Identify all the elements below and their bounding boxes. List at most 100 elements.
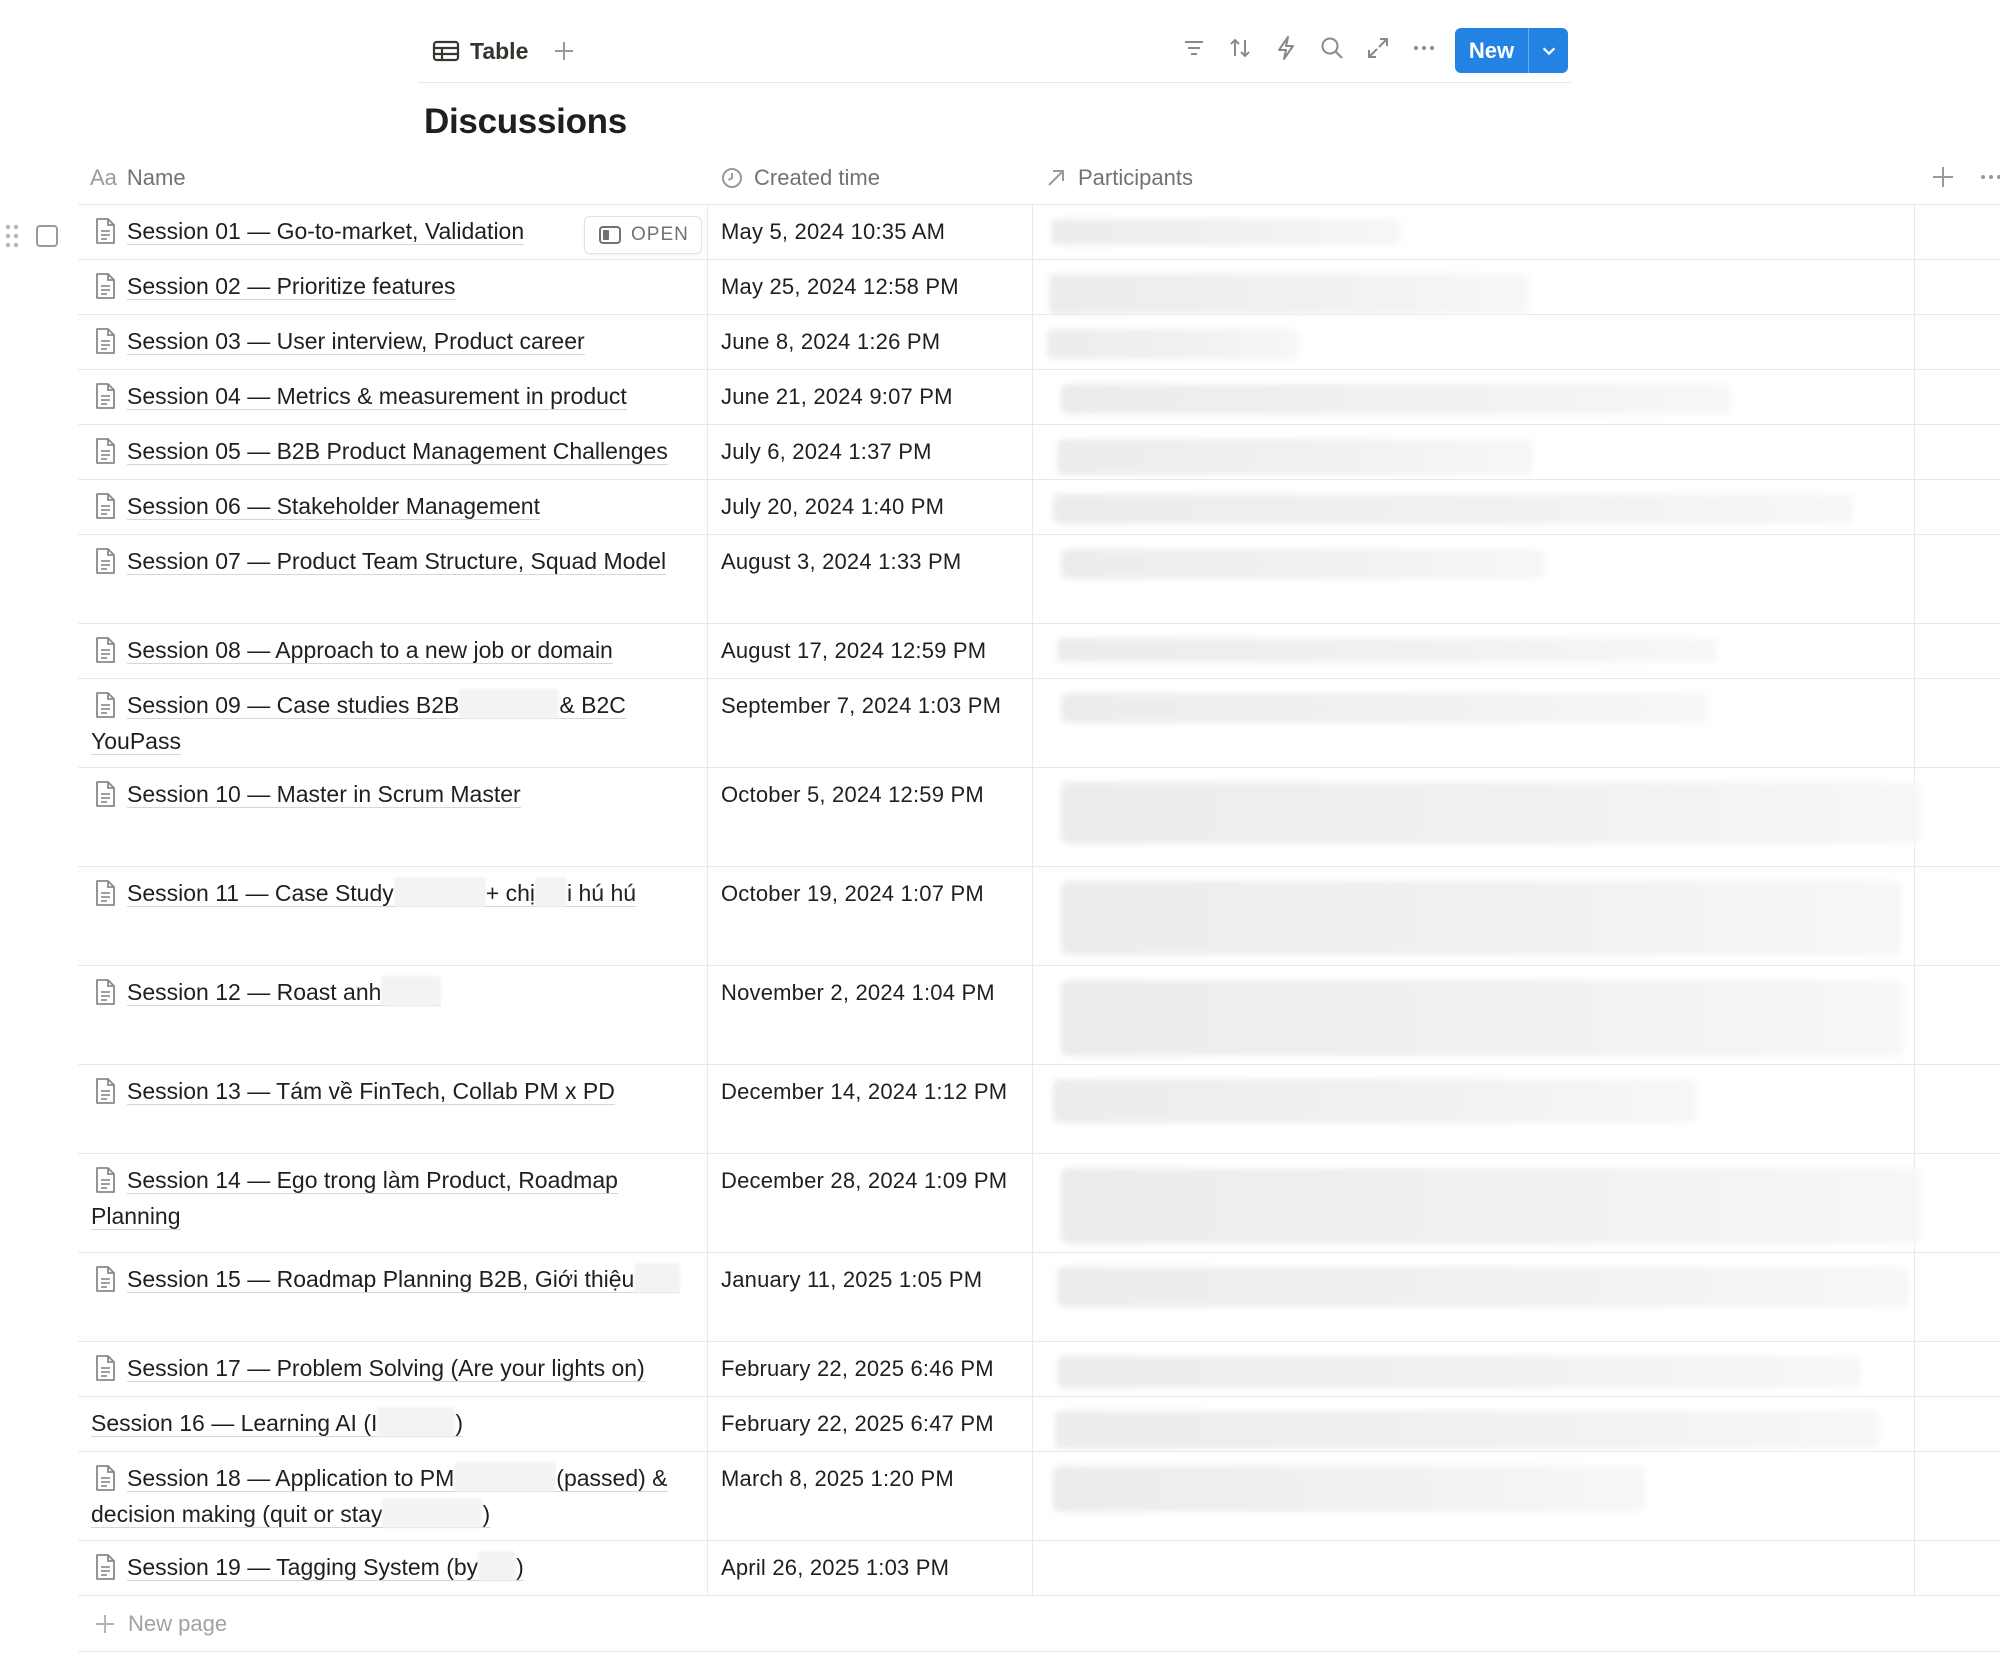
table-row[interactable]: Session 07 — Product Team Structure, Squ… xyxy=(78,535,2000,624)
new-page-button[interactable]: New page xyxy=(78,1596,2000,1652)
created-time-cell[interactable]: October 19, 2024 1:07 PM xyxy=(721,877,1021,911)
name-cell[interactable]: Session 02 — Prioritize features xyxy=(91,268,696,304)
drag-handle-icon[interactable] xyxy=(4,223,20,249)
table-row[interactable]: Session 12 — Roast anh November 2, 2024 1… xyxy=(78,966,2000,1065)
name-cell[interactable]: Session 04 — Metrics & measurement in pr… xyxy=(91,378,696,414)
name-cell[interactable]: Session 08 — Approach to a new job or do… xyxy=(91,632,696,668)
name-cell[interactable]: Session 11 — Case Study + chị i hú hú xyxy=(91,875,696,911)
open-page-button[interactable]: OPEN xyxy=(584,216,702,254)
table-row[interactable]: Session 01 — Go-to-market, Validation May… xyxy=(5,205,2000,260)
name-cell[interactable]: Session 13 — Tám về FinTech, Collab PM x… xyxy=(91,1073,696,1109)
page-title-link[interactable]: Session 07 — Product Team Structure, Squ… xyxy=(127,548,667,575)
page-title-link[interactable]: Session 15 — Roadmap Planning B2B, Giới … xyxy=(127,1263,681,1293)
page-title-link[interactable]: Session 11 — Case Study + chị i hú hú xyxy=(127,877,637,907)
name-cell[interactable]: Session 19 — Tagging System (by) xyxy=(91,1549,696,1585)
name-cell[interactable]: Session 14 — Ego trong làm Product, Road… xyxy=(91,1162,696,1234)
table-row[interactable]: Session 08 — Approach to a new job or do… xyxy=(78,624,2000,679)
page-title-link[interactable]: Session 17 — Problem Solving (Are your l… xyxy=(127,1355,645,1382)
created-time-cell[interactable]: November 2, 2024 1:04 PM xyxy=(721,976,1021,1010)
table-row[interactable]: Session 02 — Prioritize features May 25, … xyxy=(78,260,2000,315)
participants-cell[interactable] xyxy=(1057,1356,1861,1388)
table-row[interactable]: Session 19 — Tagging System (by) April 26… xyxy=(78,1541,2000,1596)
name-cell[interactable]: Session 15 — Roadmap Planning B2B, Giới … xyxy=(91,1261,696,1297)
participants-cell[interactable] xyxy=(1061,693,1707,723)
created-time-cell[interactable]: August 3, 2024 1:33 PM xyxy=(721,545,1021,579)
new-button-label[interactable]: New xyxy=(1455,28,1529,73)
created-time-cell[interactable]: July 20, 2024 1:40 PM xyxy=(721,490,1021,524)
table-row[interactable]: Session 14 — Ego trong làm Product, Road… xyxy=(78,1154,2000,1253)
name-cell[interactable]: Session 16 — Learning AI (I) xyxy=(91,1405,696,1441)
participants-cell[interactable] xyxy=(1061,980,1903,1056)
table-row[interactable]: Session 13 — Tám về FinTech, Collab PM x… xyxy=(78,1065,2000,1154)
table-row[interactable]: Session 05 — B2B Product Management Chal… xyxy=(78,425,2000,480)
participants-cell[interactable] xyxy=(1057,439,1533,475)
page-title-link[interactable]: Session 09 — Case studies B2B & B2C YouPa… xyxy=(91,689,626,755)
created-time-cell[interactable]: February 22, 2025 6:47 PM xyxy=(721,1407,1021,1441)
more-icon[interactable] xyxy=(1978,164,2000,190)
participants-cell[interactable] xyxy=(1053,494,1853,524)
created-time-cell[interactable]: June 21, 2024 9:07 PM xyxy=(721,380,1021,414)
more-icon[interactable] xyxy=(1410,34,1438,62)
created-time-cell[interactable]: July 6, 2024 1:37 PM xyxy=(721,435,1021,469)
name-cell[interactable]: Session 10 — Master in Scrum Master xyxy=(91,776,696,812)
page-title-link[interactable]: Session 03 — User interview, Product car… xyxy=(127,328,585,355)
page-title-link[interactable]: Session 16 — Learning AI (I) xyxy=(91,1407,464,1437)
name-cell[interactable]: Session 12 — Roast anh xyxy=(91,974,696,1010)
participants-cell[interactable] xyxy=(1061,1168,1921,1244)
page-title-link[interactable]: Session 05 — B2B Product Management Chal… xyxy=(127,438,668,465)
created-time-cell[interactable]: August 17, 2024 12:59 PM xyxy=(721,634,1021,668)
page-title-link[interactable]: Session 13 — Tám về FinTech, Collab PM x… xyxy=(127,1078,615,1105)
created-time-cell[interactable]: April 26, 2025 1:03 PM xyxy=(721,1551,1021,1585)
page-title-link[interactable]: Session 08 — Approach to a new job or do… xyxy=(127,637,613,664)
name-cell[interactable]: Session 07 — Product Team Structure, Squ… xyxy=(91,543,696,579)
page-title-link[interactable]: Session 14 — Ego trong làm Product, Road… xyxy=(91,1167,618,1230)
created-time-cell[interactable]: December 14, 2024 1:12 PM xyxy=(721,1075,1021,1109)
page-title-link[interactable]: Session 01 — Go-to-market, Validation xyxy=(127,218,525,245)
page-title-link[interactable]: Session 04 — Metrics & measurement in pr… xyxy=(127,383,627,410)
created-time-cell[interactable]: February 22, 2025 6:46 PM xyxy=(721,1352,1021,1386)
table-row[interactable]: Session 03 — User interview, Product car… xyxy=(78,315,2000,370)
participants-cell[interactable] xyxy=(1053,1466,1645,1512)
participants-cell[interactable] xyxy=(1051,219,1401,245)
page-title-link[interactable]: Session 02 — Prioritize features xyxy=(127,273,456,300)
participants-cell[interactable] xyxy=(1057,1267,1909,1307)
name-cell[interactable]: Session 09 — Case studies B2B & B2C YouPa… xyxy=(91,687,696,759)
table-row[interactable]: Session 17 — Problem Solving (Are your l… xyxy=(78,1342,2000,1397)
participants-cell[interactable] xyxy=(1061,881,1901,955)
name-cell[interactable]: Session 06 — Stakeholder Management xyxy=(91,488,696,524)
new-options-button[interactable] xyxy=(1529,28,1568,73)
participants-cell[interactable] xyxy=(1061,384,1731,414)
column-header-participants[interactable]: Participants xyxy=(1044,150,1193,205)
created-time-cell[interactable]: September 7, 2024 1:03 PM xyxy=(721,689,1021,723)
table-row[interactable]: Session 16 — Learning AI (I) February 22,… xyxy=(78,1397,2000,1452)
page-title-link[interactable]: Session 10 — Master in Scrum Master xyxy=(127,781,521,808)
database-title[interactable]: Discussions xyxy=(424,102,627,142)
name-cell[interactable]: Session 18 — Application to PM (passed) &… xyxy=(91,1460,696,1532)
row-checkbox[interactable] xyxy=(36,225,58,247)
participants-cell[interactable] xyxy=(1057,638,1717,662)
participants-cell[interactable] xyxy=(1053,1079,1697,1123)
table-row[interactable]: Session 10 — Master in Scrum Master Octob… xyxy=(78,768,2000,867)
created-time-cell[interactable]: December 28, 2024 1:09 PM xyxy=(721,1164,1021,1198)
participants-cell[interactable] xyxy=(1061,549,1545,579)
tab-table-view[interactable]: Table xyxy=(432,29,576,73)
name-cell[interactable]: Session 05 — B2B Product Management Chal… xyxy=(91,433,696,469)
expand-icon[interactable] xyxy=(1364,34,1392,62)
table-row[interactable]: Session 09 — Case studies B2B & B2C YouPa… xyxy=(78,679,2000,768)
created-time-cell[interactable]: May 25, 2024 12:58 PM xyxy=(721,270,1021,304)
table-row[interactable]: Session 06 — Stakeholder Management July … xyxy=(78,480,2000,535)
column-header-created-time[interactable]: Created time xyxy=(720,150,880,205)
created-time-cell[interactable]: May 5, 2024 10:35 AM xyxy=(721,215,1021,249)
table-row[interactable]: Session 15 — Roadmap Planning B2B, Giới … xyxy=(78,1253,2000,1342)
page-title-link[interactable]: Session 06 — Stakeholder Management xyxy=(127,493,540,520)
search-icon[interactable] xyxy=(1318,34,1346,62)
add-view-icon[interactable] xyxy=(552,39,576,63)
filter-icon[interactable] xyxy=(1180,34,1208,62)
participants-cell[interactable] xyxy=(1055,1411,1879,1449)
created-time-cell[interactable]: June 8, 2024 1:26 PM xyxy=(721,325,1021,359)
participants-cell[interactable] xyxy=(1047,329,1299,359)
participants-cell[interactable] xyxy=(1061,782,1921,844)
participants-cell[interactable] xyxy=(1033,1541,1913,1595)
name-cell[interactable]: Session 17 — Problem Solving (Are your l… xyxy=(91,1350,696,1386)
page-title-link[interactable]: Session 18 — Application to PM (passed) &… xyxy=(91,1462,668,1528)
